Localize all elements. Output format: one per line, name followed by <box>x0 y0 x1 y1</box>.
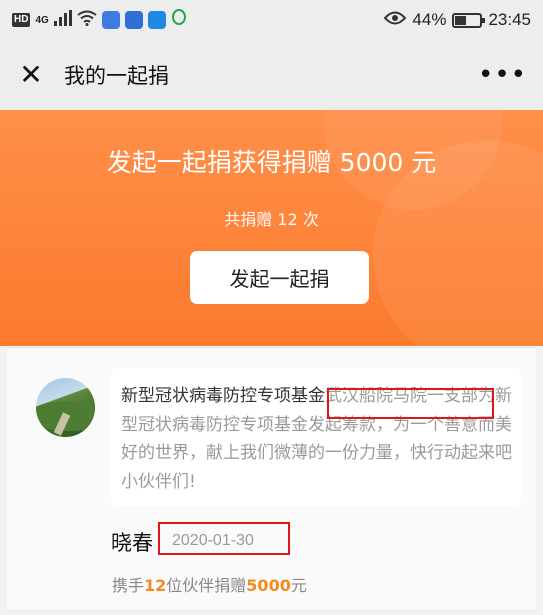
notification-app-icon <box>147 11 166 29</box>
page-title: 我的一起捐 <box>64 64 169 88</box>
more-menu-icon[interactable]: ••• <box>478 62 527 88</box>
wifi-icon <box>77 10 97 31</box>
partner-summary: 携手12位伙伴捐赠5000元 <box>112 572 307 596</box>
avatar[interactable] <box>36 378 95 437</box>
clock: 23:45 <box>488 10 531 29</box>
network-type: 4G <box>35 14 49 26</box>
battery-percent: 44% <box>412 10 447 29</box>
partner-middle: 位伙伴捐赠 <box>166 576 247 595</box>
partner-prefix: 携手 <box>112 576 145 595</box>
title-bar: ✕ 我的一起捐 ••• <box>0 40 543 110</box>
signal-icon <box>53 9 72 31</box>
amount-suffix: 元 <box>290 576 307 595</box>
highlight-box-date <box>158 522 290 555</box>
status-bar: HD 4G 44% 23:45 <box>0 0 543 40</box>
donation-count: 共捐赠 12 次 <box>224 210 319 229</box>
hero-banner: 发起一起捐获得捐赠 5000 元 共捐赠 12 次 发起一起捐 <box>0 110 543 346</box>
close-icon[interactable]: ✕ <box>16 61 46 89</box>
donation-amount: 5000 <box>246 576 291 595</box>
notification-app-icon <box>124 11 143 29</box>
donor-name: 晓春 <box>111 531 153 555</box>
partner-count: 12 <box>144 576 167 595</box>
battery-icon <box>452 12 486 28</box>
hero-headline: 发起一起捐获得捐赠 5000 元 <box>106 148 437 177</box>
message-part1: 新型冠状病毒防控专项基金 <box>121 386 325 406</box>
fundraise-card[interactable]: 新型冠状病毒防控专项基金武汉船院马院一支部为新型冠状病毒防控专项基金发起筹款，为… <box>7 347 536 609</box>
notification-app-icon <box>101 11 120 29</box>
eye-icon <box>384 10 407 30</box>
highlight-box-organization <box>327 388 494 419</box>
status-right: 44% 23:45 <box>384 10 531 30</box>
qq-icon <box>171 8 187 32</box>
hd-badge: HD <box>12 13 31 27</box>
battery-fill <box>455 15 467 25</box>
page: HD 4G 44% 23:45 ✕ 我的一起捐 ••• 发起一起捐获得捐赠 50… <box>0 0 543 615</box>
start-fundraise-button[interactable]: 发起一起捐 <box>190 251 369 304</box>
status-left: HD 4G <box>12 8 187 32</box>
